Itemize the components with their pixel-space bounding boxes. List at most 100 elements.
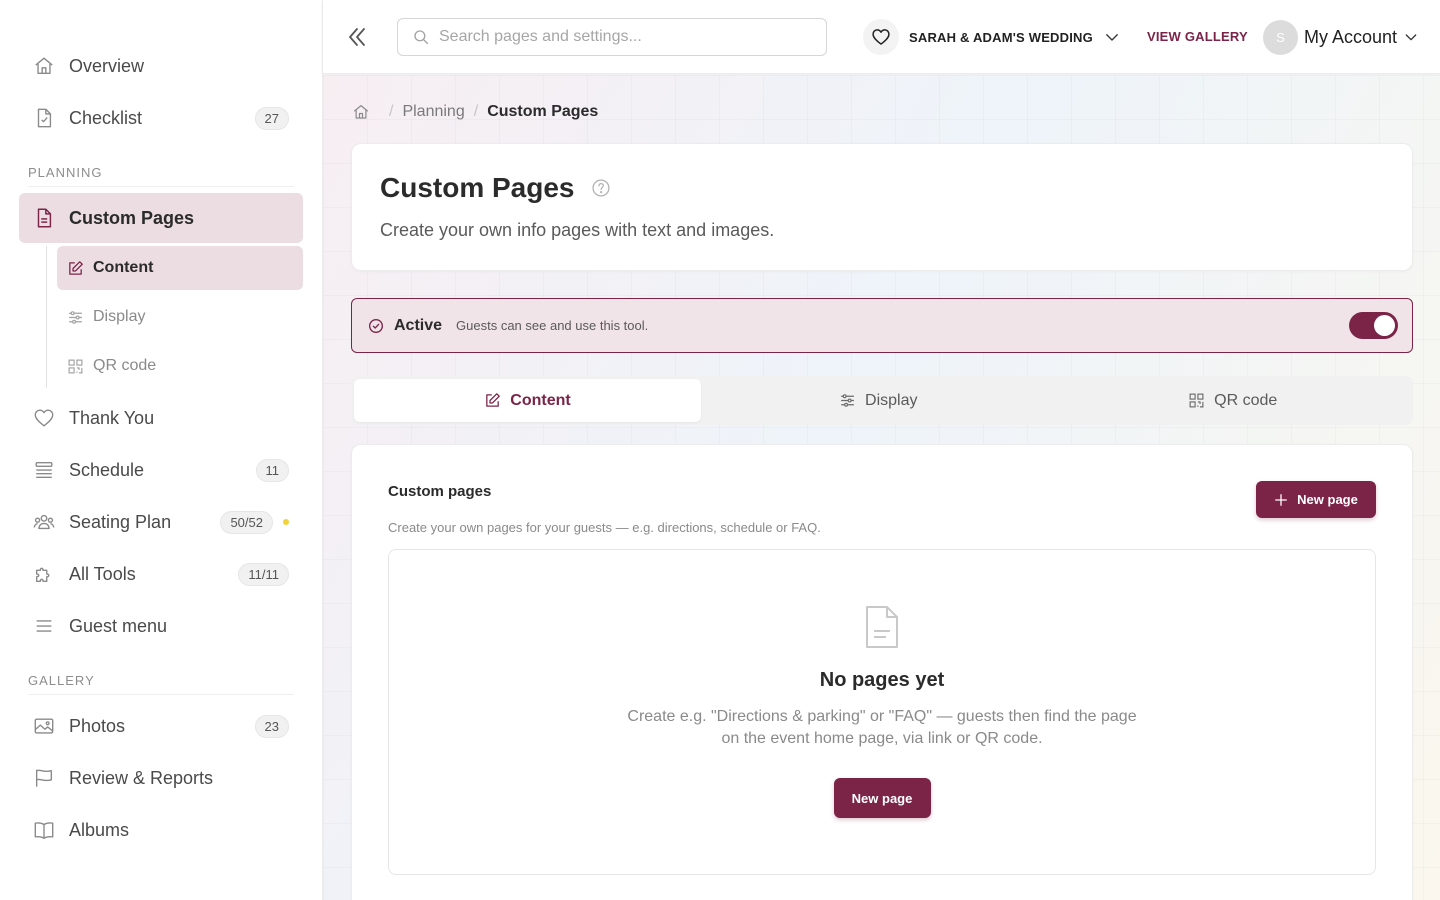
toggle-knob — [1374, 315, 1395, 336]
count-badge: 27 — [254, 106, 289, 130]
heart-icon — [33, 407, 55, 429]
page-header-card: Custom Pages Create your own info pages … — [351, 143, 1413, 271]
sidebar-item-guest-menu[interactable]: Guest menu — [19, 601, 303, 651]
button-label: New page — [1297, 492, 1358, 507]
sidebar-item-photos[interactable]: Photos 23 — [19, 701, 303, 751]
check-circle-icon — [368, 318, 384, 334]
chevron-down-icon — [1103, 28, 1121, 46]
flag-icon — [33, 767, 55, 789]
count-badge: 23 — [254, 714, 289, 738]
sidebar-item-label: Thank You — [69, 407, 155, 428]
document-icon — [864, 605, 900, 649]
section-title-gallery: GALLERY — [28, 673, 294, 695]
sidebar-subitem-display[interactable]: Display — [57, 295, 303, 339]
book-icon — [33, 819, 55, 841]
new-page-button[interactable]: New page — [1256, 481, 1376, 518]
sidebar-item-label: Review & Reports — [69, 767, 214, 788]
sidebar-item-checklist[interactable]: Checklist 27 — [19, 93, 303, 143]
plus-icon — [1274, 493, 1288, 507]
double-chevron-left-icon — [349, 28, 365, 46]
event-name: SARAH & ADAM'S WEDDING — [909, 29, 1093, 45]
sidebar-subitem-content[interactable]: Content — [57, 246, 303, 290]
empty-state: No pages yet Create e.g. "Directions & p… — [388, 549, 1376, 875]
event-selector[interactable]: SARAH & ADAM'S WEDDING — [863, 19, 1121, 55]
breadcrumb-planning[interactable]: Planning — [402, 103, 464, 121]
view-gallery-link[interactable]: VIEW GALLERY — [1147, 29, 1248, 44]
sidebar-item-label: Custom Pages — [69, 207, 195, 228]
search-input[interactable] — [439, 28, 826, 46]
sidebar-subitem-qr-code[interactable]: QR code — [57, 344, 303, 388]
qr-code-icon — [67, 358, 84, 375]
checklist-icon — [33, 107, 55, 129]
empty-state-new-page-button[interactable]: New page — [833, 778, 931, 818]
sidebar-item-label: Checklist — [69, 107, 143, 128]
menu-icon — [33, 615, 55, 637]
sidebar-item-review-reports[interactable]: Review & Reports — [19, 753, 303, 803]
sidebar-item-albums[interactable]: Albums — [19, 805, 303, 855]
edit-icon — [67, 260, 84, 277]
search-icon — [412, 28, 430, 46]
tool-status-bar: Active Guests can see and use this tool. — [351, 298, 1413, 353]
status-description: Guests can see and use this tool. — [456, 318, 649, 333]
sidebar-item-overview[interactable]: Overview — [19, 41, 303, 91]
sidebar-subitem-label: QR code — [93, 357, 157, 374]
tab-display[interactable]: Display — [701, 379, 1056, 422]
tab-content[interactable]: Content — [354, 379, 701, 422]
search-box[interactable] — [397, 18, 827, 56]
breadcrumb-separator: / — [389, 103, 394, 120]
sidebar-subitem-label: Content — [93, 259, 154, 276]
page-subtitle: Create your own info pages with text and… — [380, 220, 775, 240]
account-menu[interactable]: S My Account — [1263, 19, 1419, 55]
sidebar-item-schedule[interactable]: Schedule 11 — [19, 445, 303, 495]
home-icon[interactable] — [352, 103, 370, 121]
page-title: Custom Pages — [380, 172, 1384, 204]
sidebar-item-label: Photos — [69, 715, 126, 736]
sidebar: Overview Checklist 27 PLANNING Custom Pa… — [0, 0, 323, 900]
section-description: Create your own pages for your guests — … — [388, 520, 821, 535]
sidebar-item-seating-plan[interactable]: Seating Plan 50/52 — [19, 497, 303, 547]
sidebar-item-label: Seating Plan — [69, 511, 172, 532]
sidebar-subitem-label: Display — [93, 308, 146, 325]
sidebar-item-label: Albums — [69, 819, 130, 840]
status-label: Active — [394, 316, 443, 334]
puzzle-icon — [33, 563, 55, 585]
tab-label: Content — [510, 391, 571, 409]
home-icon — [33, 55, 55, 77]
section-title: Custom pages — [388, 483, 492, 500]
sidebar-item-label: Overview — [69, 55, 145, 76]
sidebar-item-thank-you[interactable]: Thank You — [19, 393, 303, 443]
section-title-planning: PLANNING — [28, 165, 294, 187]
count-badge: 11 — [255, 458, 289, 482]
sidebar-item-all-tools[interactable]: All Tools 11/11 — [19, 549, 303, 599]
list-icon — [33, 459, 55, 481]
breadcrumb-current: Custom Pages — [487, 103, 599, 120]
tab-label: QR code — [1214, 391, 1278, 409]
tab-bar: Content Display QR code — [351, 376, 1413, 425]
collapse-sidebar-button[interactable] — [345, 25, 369, 49]
sliders-icon — [839, 392, 856, 409]
breadcrumb: / Planning / Custom Pages — [352, 103, 598, 121]
chevron-down-icon — [1403, 29, 1419, 45]
tab-qr-code[interactable]: QR code — [1056, 379, 1411, 422]
qr-code-icon — [1188, 392, 1205, 409]
custom-pages-card: Custom pages Create your own pages for y… — [351, 444, 1413, 900]
document-icon — [33, 207, 55, 229]
sidebar-item-label: All Tools — [69, 563, 136, 584]
sliders-icon — [67, 309, 84, 326]
empty-state-text: Create e.g. "Directions & parking" or "F… — [627, 708, 1137, 747]
active-toggle[interactable] — [1349, 312, 1398, 339]
sidebar-item-label: Guest menu — [69, 615, 168, 636]
topbar: SARAH & ADAM'S WEDDING VIEW GALLERY S My… — [323, 0, 1440, 74]
tab-label: Display — [865, 391, 918, 409]
account-label: My Account — [1304, 26, 1398, 47]
page-title-text: Custom Pages — [380, 172, 575, 203]
sidebar-item-label: Schedule — [69, 459, 145, 480]
sidebar-subnav: Content Display QR code — [46, 246, 322, 388]
main-content: / Planning / Custom Pages Custom Pages C… — [323, 75, 1440, 900]
help-icon[interactable] — [591, 178, 611, 198]
event-heart-icon — [863, 19, 899, 55]
status-dot — [283, 519, 289, 525]
button-label: New page — [851, 790, 913, 806]
sidebar-item-custom-pages[interactable]: Custom Pages — [19, 193, 303, 243]
avatar: S — [1263, 19, 1298, 55]
